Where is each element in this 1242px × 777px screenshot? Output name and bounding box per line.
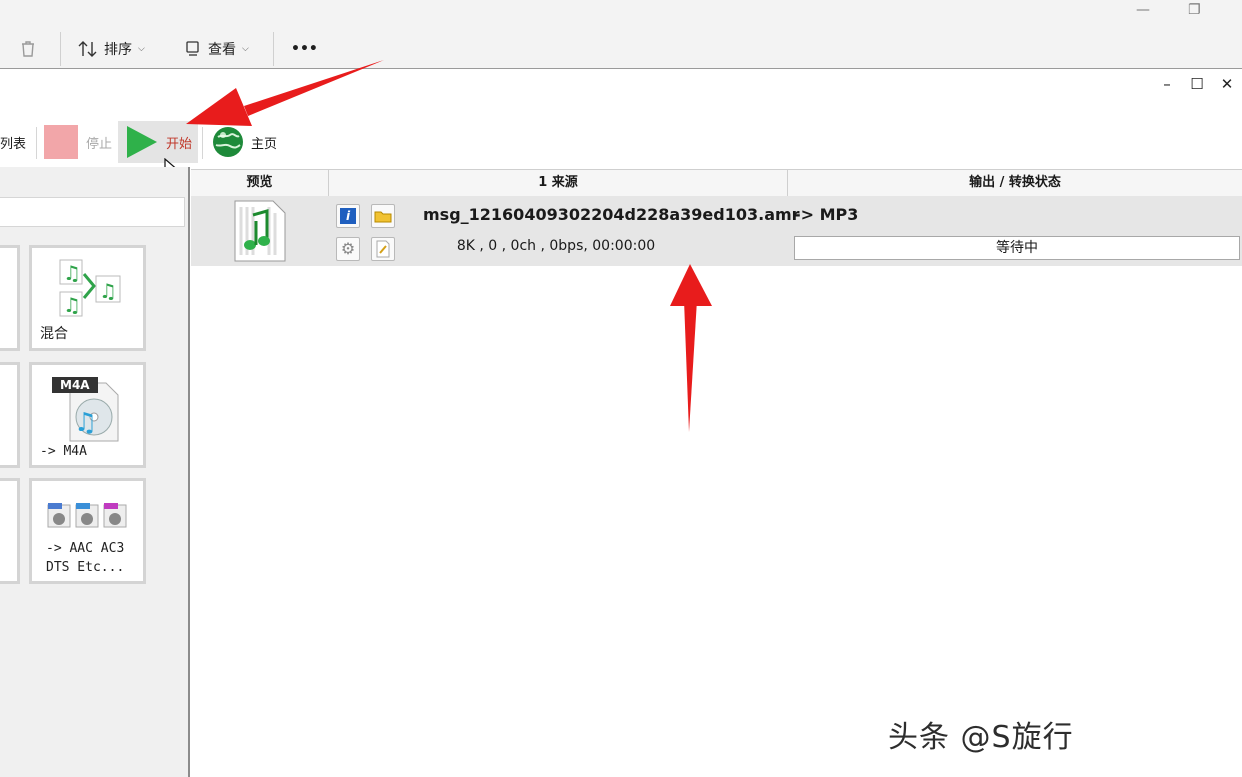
start-label: 开始 — [166, 136, 193, 152]
svg-text:♫: ♫ — [63, 261, 81, 285]
output-format: -> MP3 — [794, 205, 859, 224]
trash-icon — [22, 41, 34, 57]
audio-formats-icon — [47, 503, 127, 528]
edit-file-icon — [376, 240, 390, 258]
sort-icon — [78, 41, 97, 57]
m4a-badge: M4A — [52, 377, 98, 393]
delete-button[interactable] — [18, 34, 38, 64]
explorer-command-bar: — ❐ 排序 ⌵ 查看 ⌵ ••• — [0, 0, 1242, 69]
settings-button[interactable]: ⚙ — [336, 237, 360, 261]
column-header-preview[interactable]: 预览 — [191, 170, 329, 196]
sort-button[interactable]: 排序 ⌵ — [78, 34, 145, 64]
watermark: 头条 @S旋行 — [888, 720, 1074, 755]
globe-icon — [213, 127, 243, 157]
folder-icon — [374, 211, 392, 223]
format-tile-partial[interactable] — [0, 478, 20, 584]
aac-tile-label: -> AAC AC3 DTS Etc... — [46, 541, 125, 575]
source-filename: msg_12160409302204d228a39ed103.amr — [423, 205, 800, 224]
file-list-label: 列表 — [0, 136, 27, 152]
edit-button[interactable] — [371, 237, 395, 261]
converter-toolbar: 列表 停止 开始 主页 — [0, 121, 1242, 165]
chevron-down-icon: ⌵ — [242, 44, 249, 54]
mix-music-icon: ♫ ♫ ♫ — [59, 259, 121, 317]
open-folder-button[interactable] — [371, 204, 395, 228]
window-controls: – ☐ ✕ — [1152, 75, 1242, 93]
source-meta: 8K , 0 , 0ch , 0bps, 00:00:00 — [456, 238, 656, 254]
stop-icon — [44, 125, 78, 159]
column-header-output[interactable]: 输出 / 转换状态 — [788, 170, 1242, 196]
toolbar-divider — [202, 127, 203, 159]
stop-label: 停止 — [86, 136, 113, 152]
toolbar-divider — [60, 32, 61, 66]
chevron-down-icon: ⌵ — [138, 44, 145, 54]
svg-text:♫: ♫ — [74, 408, 97, 438]
file-list-button[interactable]: 列表 — [0, 121, 26, 163]
toolbar-divider — [273, 32, 274, 66]
svg-text:♫: ♫ — [63, 293, 81, 317]
info-button[interactable]: i — [336, 204, 360, 228]
more-button[interactable]: ••• — [291, 34, 318, 64]
bg-restore-icon[interactable]: ❐ — [1188, 2, 1201, 18]
view-button[interactable]: 查看 ⌵ — [184, 34, 249, 64]
converter-window: – ☐ ✕ 列表 停止 开始 主页 ♫ ♫ ♫ 混合 ♫ M4A -> M4A … — [0, 68, 1242, 777]
mix-tile[interactable]: ♫ ♫ ♫ 混合 — [29, 245, 146, 351]
table-row[interactable]: i ⚙ msg_12160409302204d228a39ed103.amr 8… — [191, 196, 1242, 266]
minimize-icon[interactable]: – — [1152, 75, 1182, 93]
home-button[interactable]: 主页 — [211, 121, 277, 163]
stop-button[interactable]: 停止 — [44, 121, 112, 163]
m4a-tile-label: -> M4A — [40, 444, 87, 459]
aac-ac3-dts-tile[interactable]: -> AAC AC3 DTS Etc... — [29, 478, 146, 584]
play-icon — [127, 126, 157, 158]
monitor-icon — [186, 41, 199, 56]
audio-file-thumbnail-icon — [234, 200, 286, 262]
file-table: 预览 1 来源 输出 / 转换状态 i ⚙ msg_12160409302204… — [191, 169, 1242, 777]
start-button[interactable]: 开始 — [118, 121, 199, 163]
svg-text:♫: ♫ — [99, 279, 117, 303]
info-icon: i — [340, 208, 356, 224]
column-header-source[interactable]: 1 来源 — [329, 170, 788, 196]
mix-tile-label: 混合 — [40, 326, 68, 342]
conversion-status: 等待中 — [794, 236, 1240, 260]
more-icon: ••• — [291, 41, 318, 57]
sort-label: 排序 — [104, 42, 132, 58]
format-tile-partial[interactable] — [0, 362, 20, 468]
bg-minimize-icon[interactable]: — — [1136, 2, 1150, 18]
format-panel: ♫ ♫ ♫ 混合 ♫ M4A -> M4A -> AAC AC3 DTS Etc… — [0, 167, 190, 777]
m4a-tile[interactable]: ♫ M4A -> M4A — [29, 362, 146, 468]
panel-search-field[interactable] — [0, 197, 185, 227]
table-header: 预览 1 来源 输出 / 转换状态 — [191, 169, 1242, 197]
maximize-icon[interactable]: ☐ — [1182, 75, 1212, 93]
format-tile-partial[interactable] — [0, 245, 20, 351]
close-icon[interactable]: ✕ — [1212, 75, 1242, 93]
home-label: 主页 — [251, 136, 278, 152]
gear-icon: ⚙ — [340, 239, 356, 258]
toolbar-divider — [36, 127, 37, 159]
view-label: 查看 — [208, 42, 236, 58]
